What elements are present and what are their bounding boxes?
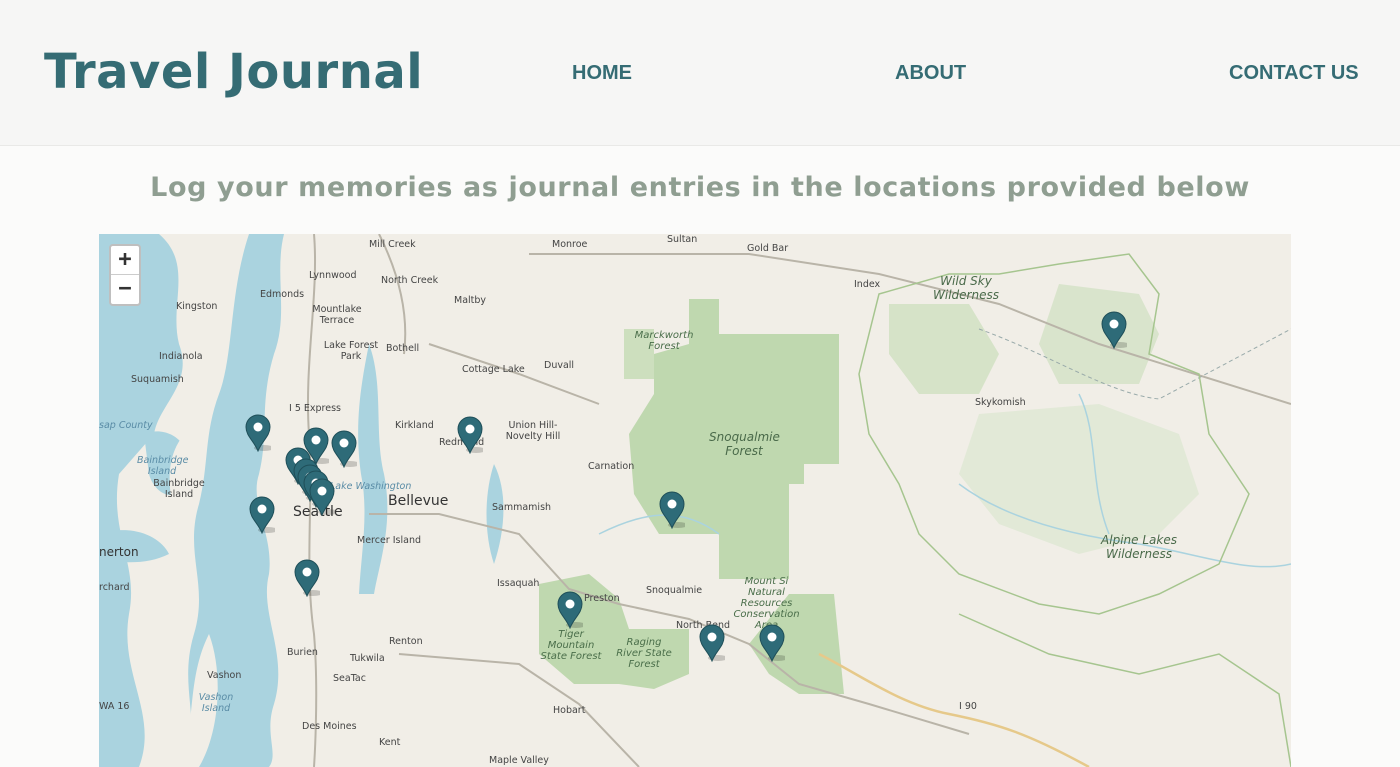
map-marker-pin[interactable] xyxy=(759,624,785,662)
map-marker-pin[interactable] xyxy=(309,478,335,516)
map-marker-pin[interactable] xyxy=(659,491,685,529)
map-label: Issaquah xyxy=(497,578,540,589)
map-marker-pin[interactable] xyxy=(294,559,320,597)
map-label: Bainbridge Island xyxy=(153,478,205,500)
map-marker-pin[interactable] xyxy=(245,414,271,452)
map-label: Snoqualmie Forest xyxy=(709,430,780,458)
map-label: nerton xyxy=(99,545,139,559)
nav-home-link[interactable]: HOME xyxy=(572,62,632,85)
map-label: North Creek xyxy=(381,275,439,286)
map-label: Tiger Mountain State Forest xyxy=(540,629,602,662)
map-label: Alpine Lakes Wilderness xyxy=(1101,533,1177,561)
map-label: Des Moines xyxy=(302,721,357,732)
map-label: Edmonds xyxy=(260,289,305,300)
site-header: Travel Journal HOME ABOUT CONTACT US xyxy=(0,0,1400,146)
map-label: Mountlake Terrace xyxy=(312,304,362,326)
map-label: rchard xyxy=(99,582,130,593)
map-label: Mill Creek xyxy=(369,239,416,250)
map-label: Maltby xyxy=(454,295,487,306)
map-label: Suquamish xyxy=(131,374,184,385)
map-label: Tukwila xyxy=(350,653,385,664)
map-label: Monroe xyxy=(552,239,588,250)
map-label: Marckworth Forest xyxy=(634,330,694,352)
map-label: Lake Forest Park xyxy=(323,340,379,362)
map-label: Raging River State Forest xyxy=(616,637,672,670)
map-label: Preston xyxy=(584,593,620,604)
map-marker-pin[interactable] xyxy=(557,591,583,629)
map-label: Hobart xyxy=(553,705,586,716)
map-label: Carnation xyxy=(588,461,635,472)
map-label: Renton xyxy=(389,636,423,647)
nav-contact-link[interactable]: CONTACT US xyxy=(1229,62,1359,85)
map-label: Snoqualmie xyxy=(646,585,703,596)
map-label: Mount Si Natural Resources Conservation … xyxy=(733,576,800,631)
site-brand[interactable]: Travel Journal xyxy=(44,44,423,100)
nav-about-link[interactable]: ABOUT xyxy=(895,62,966,85)
map-marker-pin[interactable] xyxy=(331,430,357,468)
map-label: Kingston xyxy=(176,301,218,312)
map-label: Mercer Island xyxy=(357,535,421,546)
map-label: Cottage Lake xyxy=(462,364,525,375)
map-label: Index xyxy=(854,279,881,290)
map-label: Bellevue xyxy=(388,493,449,509)
map-label: Kent xyxy=(379,737,401,748)
map-marker-pin[interactable] xyxy=(249,496,275,534)
map-label: SeaTac xyxy=(333,673,366,684)
map-label: Wild Sky Wilderness xyxy=(933,274,999,302)
map-label: Gold Bar xyxy=(747,243,789,254)
map-label: I 5 Express xyxy=(289,403,341,414)
map-label: Vashon xyxy=(207,670,242,681)
map-label: Vashon Island xyxy=(198,692,234,714)
zoom-in-button[interactable]: + xyxy=(111,246,139,275)
map-label: Lake Washington xyxy=(330,481,412,492)
map-label: Union Hill-Novelty Hill xyxy=(505,420,561,442)
map-label: WA 16 xyxy=(99,701,130,712)
map-marker-pin[interactable] xyxy=(457,416,483,454)
map-view[interactable]: + − Mill Creek Monroe Sultan Gold Bar Ly… xyxy=(99,234,1291,767)
map-label: Sultan xyxy=(667,234,698,245)
map-label: sap County xyxy=(99,420,153,431)
map-label: Burien xyxy=(287,647,318,658)
zoom-control: + − xyxy=(109,244,141,306)
map-marker-pin[interactable] xyxy=(1101,311,1127,349)
map-label: Lynnwood xyxy=(309,270,357,281)
zoom-out-button[interactable]: − xyxy=(111,275,139,304)
map-label: Maple Valley xyxy=(489,755,549,766)
map-label: Indianola xyxy=(159,351,203,362)
map-label: Skykomish xyxy=(975,397,1026,408)
page-tagline: Log your memories as journal entries in … xyxy=(150,172,1250,203)
map-label: I 90 xyxy=(959,701,977,712)
map-label: Duvall xyxy=(544,360,575,371)
map-label: Bothell xyxy=(386,343,420,354)
map-marker-pin[interactable] xyxy=(699,624,725,662)
map-label: Sammamish xyxy=(492,502,552,513)
map-label: Kirkland xyxy=(395,420,434,431)
map-label: Bainbridge Island xyxy=(137,455,189,477)
